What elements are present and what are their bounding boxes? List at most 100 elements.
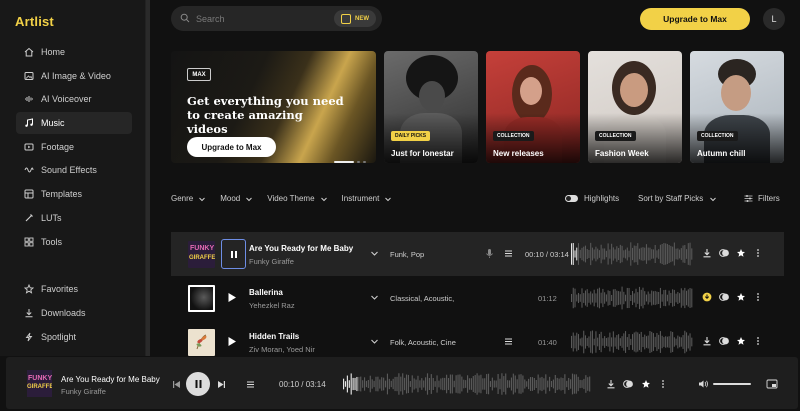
similar-tracks-icon[interactable]: [504, 337, 513, 346]
track-waveform[interactable]: [571, 285, 693, 311]
track-genres: Folk, Acoustic, Cine: [390, 338, 456, 347]
track-title[interactable]: Hidden Trails: [249, 332, 299, 341]
sidebar-item-spotlight[interactable]: Spotlight: [16, 326, 132, 348]
toggle-switch[interactable]: [565, 195, 578, 202]
playlist-card[interactable]: COLLECTION New releases: [486, 51, 580, 163]
track-waveform[interactable]: [571, 329, 693, 355]
similar-tracks-icon[interactable]: [504, 249, 513, 258]
chevron-down-icon[interactable]: [370, 293, 379, 302]
more-options-icon[interactable]: [753, 292, 763, 302]
chevron-down-icon: [199, 197, 206, 201]
upgrade-button[interactable]: Upgrade to Max: [640, 8, 750, 30]
sound-effects-icon: [24, 165, 34, 175]
player-add-to-collection-button[interactable]: [623, 379, 633, 389]
search-input[interactable]: [196, 13, 326, 24]
volume-icon: [698, 380, 708, 388]
track-row[interactable]: FUNKY GIRAFFE Are You Ready for Me Baby …: [171, 232, 784, 276]
chevron-down-icon[interactable]: [370, 249, 379, 258]
search-bar[interactable]: NEW: [171, 6, 382, 31]
add-to-collection-icon[interactable]: [719, 292, 729, 302]
player-pause-button[interactable]: [186, 372, 210, 396]
more-options-icon: [662, 380, 664, 388]
playlist-card[interactable]: COLLECTION Autumn chill: [690, 51, 784, 163]
downloaded-icon[interactable]: [702, 292, 712, 302]
sidebar-item-luts[interactable]: LUTs: [16, 207, 132, 229]
track-artist[interactable]: Ziv Moran, Yoed Nir: [249, 345, 315, 354]
mood-filter[interactable]: Mood: [220, 194, 253, 203]
sort-dropdown[interactable]: Sort by Staff Picks: [638, 194, 717, 203]
artwork-image: [196, 334, 207, 350]
track-title[interactable]: Are You Ready for Me Baby: [249, 244, 353, 253]
more-options-icon[interactable]: [753, 336, 763, 346]
sidebar-item-music[interactable]: Music: [16, 112, 132, 135]
download-icon[interactable]: [702, 336, 712, 346]
download-icon: [24, 308, 34, 318]
promo-banner[interactable]: MAX Get everything you need to create am…: [171, 51, 376, 163]
sidebar-item-footage[interactable]: Footage: [16, 136, 132, 158]
pause-button[interactable]: [221, 239, 246, 269]
player-waveform[interactable]: [343, 372, 591, 396]
track-artist[interactable]: Yehezkel Raz: [249, 301, 295, 310]
add-to-collection-icon[interactable]: [719, 336, 729, 346]
sidebar-item-templates[interactable]: Templates: [16, 183, 132, 205]
next-track-button[interactable]: [216, 379, 226, 389]
sidebar-scrollbar[interactable]: [146, 0, 150, 356]
playlist-card[interactable]: COLLECTION Fashion Week: [588, 51, 682, 163]
previous-track-button[interactable]: [171, 379, 181, 389]
volume-button[interactable]: [697, 378, 709, 390]
more-options-icon[interactable]: [753, 248, 763, 258]
track-artwork: FUNKY GIRAFFE: [188, 241, 215, 268]
footage-icon: [24, 142, 34, 152]
highlights-toggle[interactable]: Highlights: [565, 194, 619, 203]
add-to-collection-icon[interactable]: [719, 248, 729, 258]
avatar[interactable]: L: [763, 8, 785, 30]
templates-icon: [24, 189, 34, 199]
playlist-card[interactable]: DAILY PICKS Just for lonestar: [384, 51, 478, 163]
star-icon[interactable]: [736, 292, 746, 302]
miniplayer-button[interactable]: [766, 378, 778, 390]
track-artist[interactable]: Funky Giraffe: [249, 257, 294, 266]
tools-icon: [24, 237, 34, 247]
download-icon[interactable]: [702, 248, 712, 258]
star-icon[interactable]: [736, 336, 746, 346]
sidebar-item-ai-image-video[interactable]: AI Image & Video: [16, 65, 132, 87]
sidebar-item-label: Sound Effects: [41, 165, 97, 176]
promo-upgrade-button[interactable]: Upgrade to Max: [187, 137, 276, 157]
sidebar-item-tools[interactable]: Tools: [16, 231, 132, 253]
player-favorite-button[interactable]: [641, 379, 651, 389]
sidebar: Artlist Home AI Image & Video AI Voiceov…: [0, 0, 146, 356]
track-duration: 01:40: [538, 338, 557, 347]
sidebar-item-home[interactable]: Home: [16, 41, 132, 63]
track-waveform[interactable]: [571, 241, 693, 267]
filters-button[interactable]: Filters: [744, 194, 780, 203]
play-icon[interactable]: [227, 292, 237, 303]
video-theme-filter[interactable]: Video Theme: [267, 194, 327, 203]
carousel-dots[interactable]: [334, 161, 366, 163]
sidebar-item-sound-effects[interactable]: Sound Effects: [16, 159, 132, 181]
track-row[interactable]: Ballerina Yehezkel Raz Classical, Acoust…: [171, 276, 784, 320]
add-to-collection-icon: [623, 380, 633, 388]
player-track-title[interactable]: Are You Ready for Me Baby: [61, 375, 160, 384]
microphone-icon[interactable]: [485, 248, 494, 259]
sidebar-item-downloads[interactable]: Downloads: [16, 302, 132, 324]
ai-search-new-button[interactable]: NEW: [334, 10, 376, 27]
star-icon: [642, 380, 650, 388]
player-queue-button[interactable]: [245, 379, 255, 389]
instrument-filter[interactable]: Instrument: [342, 194, 393, 203]
genre-filter[interactable]: Genre: [171, 194, 206, 203]
play-icon[interactable]: [227, 336, 237, 347]
track-artwork: [188, 285, 215, 312]
chevron-down-icon[interactable]: [370, 337, 379, 346]
track-title[interactable]: Ballerina: [249, 288, 283, 297]
picture-in-picture-icon: [766, 379, 778, 389]
player-track-artist[interactable]: Funky Giraffe: [61, 387, 106, 396]
volume-slider[interactable]: [713, 383, 751, 385]
artlist-logo[interactable]: Artlist: [15, 14, 54, 29]
player-download-button[interactable]: [606, 379, 616, 389]
player-more-button[interactable]: [658, 379, 668, 389]
card-image-face: [721, 75, 751, 111]
card-image-face: [419, 81, 445, 111]
star-icon[interactable]: [736, 248, 746, 258]
sidebar-item-favorites[interactable]: Favorites: [16, 278, 132, 300]
sidebar-item-ai-voiceover[interactable]: AI Voiceover: [16, 88, 132, 110]
